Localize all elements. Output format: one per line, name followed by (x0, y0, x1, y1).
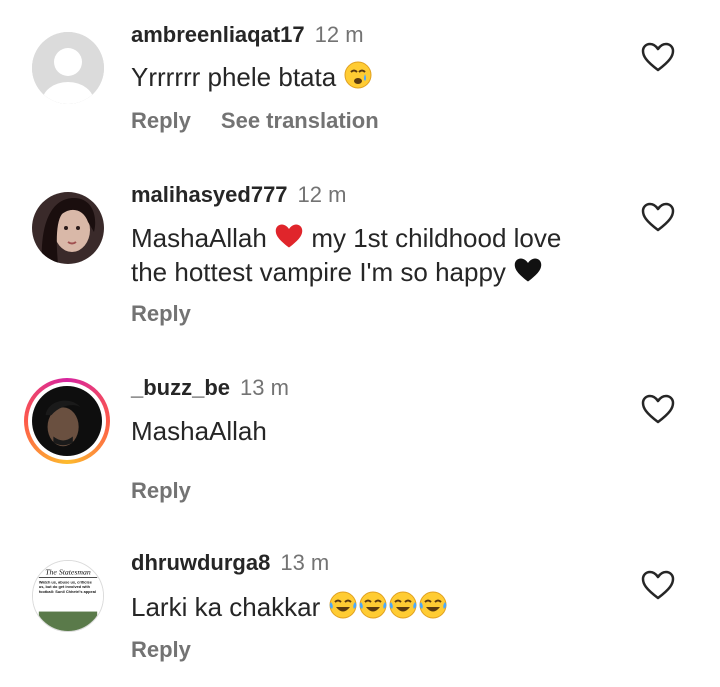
red-heart-icon (274, 222, 304, 258)
comment-item: malihasyed777 12 m MashaAllah my 1st chil… (0, 170, 720, 370)
comment-meta: malihasyed777 12 m (131, 182, 346, 208)
comment-text-line: MashaAllah my 1st childhood love (131, 221, 561, 258)
reply-button[interactable]: Reply (131, 637, 191, 662)
tears-of-joy-icon (388, 590, 418, 628)
comment-actions: Reply (131, 637, 221, 663)
comment-actions: Reply See translation (131, 108, 409, 134)
avatar[interactable] (32, 32, 104, 104)
user-photo-icon (32, 386, 102, 456)
tears-of-joy-icon (418, 590, 448, 628)
timestamp: 12 m (314, 22, 364, 47)
headline-text: Watch us, abuse us, criticise us, but do… (38, 579, 96, 595)
comment-meta: ambreenliaqat17 12 m (131, 22, 364, 48)
timestamp: 13 m (240, 375, 289, 400)
crying-face-icon (343, 60, 373, 98)
black-heart-icon (513, 256, 543, 292)
default-avatar-icon (32, 32, 104, 104)
comment-item: _buzz_be 13 m MashaAllah Reply (0, 370, 720, 540)
username[interactable]: malihasyed777 (131, 182, 288, 207)
comment-text: Yrrrrrr phele btata (131, 60, 373, 98)
username[interactable]: dhruwdurga8 (131, 550, 270, 575)
timestamp: 12 m (297, 182, 347, 207)
like-heart-icon[interactable] (641, 42, 675, 72)
masthead-text: The Statesman (45, 568, 91, 577)
username[interactable]: _buzz_be (131, 375, 230, 400)
news-article-thumbnail-icon: The Statesman Watch us, abuse us, critic… (33, 561, 103, 631)
reply-button[interactable]: Reply (131, 108, 191, 133)
timestamp: 13 m (280, 550, 330, 575)
reply-button[interactable]: Reply (131, 301, 191, 326)
avatar[interactable] (32, 192, 104, 264)
avatar[interactable]: The Statesman Watch us, abuse us, critic… (32, 560, 104, 632)
tears-of-joy-icon (328, 590, 358, 628)
comment-item: The Statesman Watch us, abuse us, critic… (0, 540, 720, 687)
see-translation-button[interactable]: See translation (221, 108, 379, 133)
story-ring[interactable] (24, 378, 110, 464)
user-photo-icon (32, 192, 104, 264)
comment-text: MashaAllah (131, 416, 267, 446)
comment-meta: _buzz_be 13 m (131, 375, 289, 401)
avatar (32, 386, 102, 456)
tears-of-joy-icon (358, 590, 388, 628)
reply-button[interactable]: Reply (131, 478, 191, 503)
comment-text-line: the hottest vampire I'm so happy (131, 255, 543, 292)
like-heart-icon[interactable] (641, 202, 675, 232)
username[interactable]: ambreenliaqat17 (131, 22, 305, 47)
comment-item: ambreenliaqat17 12 m Yrrrrrr phele btata … (0, 0, 720, 170)
comment-actions: Reply (131, 478, 221, 504)
like-heart-icon[interactable] (641, 570, 675, 600)
comment-text: Larki ka chakkar (131, 590, 448, 628)
comment-meta: dhruwdurga8 13 m (131, 550, 329, 576)
comment-actions: Reply (131, 301, 221, 327)
like-heart-icon[interactable] (641, 394, 675, 424)
